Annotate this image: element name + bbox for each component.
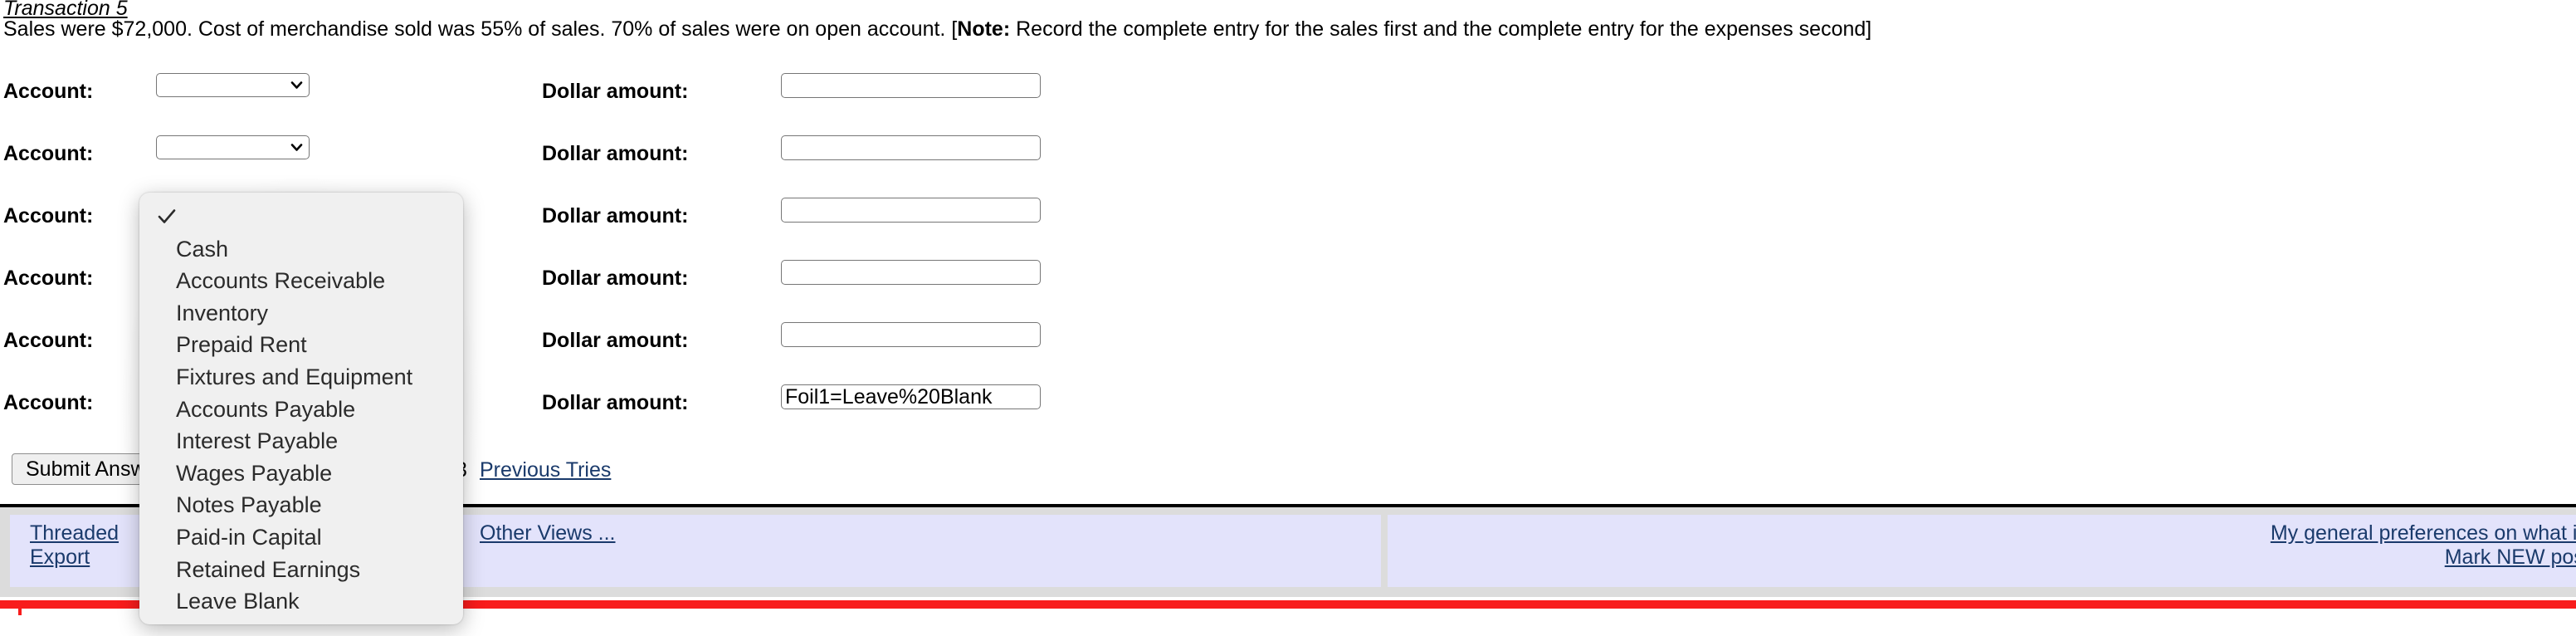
account-select-1[interactable]: CashAccounts ReceivableInventoryPrepaid … — [156, 73, 310, 97]
other-views-link[interactable]: Other Views ... — [480, 521, 616, 545]
general-preferences-link[interactable]: My general preferences on what is mar — [2271, 521, 2576, 545]
question-text: Sales were $72,000. Cost of merchandise … — [3, 18, 1871, 40]
question-body-after-note: Record the complete entry for the sales … — [1010, 17, 1872, 41]
dropdown-item[interactable]: Accounts Payable — [176, 397, 355, 422]
dropdown-item[interactable]: Fixtures and Equipment — [176, 364, 412, 389]
dollar-amount-label: Dollar amount: — [542, 80, 689, 103]
dollar-amount-label: Dollar amount: — [542, 391, 689, 414]
dropdown-item[interactable]: Wages Payable — [176, 461, 332, 486]
dollar-amount-label: Dollar amount: — [542, 267, 689, 290]
dollar-amount-label: Dollar amount: — [542, 329, 689, 352]
dropdown-item[interactable]: Paid-in Capital — [176, 525, 322, 550]
footer-red-left-edge — [18, 609, 22, 615]
question-body-before-note: Sales were $72,000. Cost of merchandise … — [3, 17, 958, 41]
dropdown-item[interactable]: Notes Payable — [176, 492, 322, 517]
dropdown-item[interactable]: Inventory — [176, 301, 268, 325]
account-label: Account: — [3, 391, 94, 414]
account-label: Account: — [3, 267, 94, 290]
dropdown-item[interactable]: Interest Payable — [176, 428, 338, 453]
dropdown-item[interactable]: Retained Earnings — [176, 557, 360, 582]
entry-row: Account: CashAccounts ReceivableInventory… — [0, 127, 2576, 189]
dollar-amount-input-1[interactable] — [781, 73, 1041, 98]
footer-cell-right: My general preferences on what is mar Ma… — [1388, 515, 2576, 587]
dollar-amount-label: Dollar amount: — [542, 204, 689, 227]
entry-row: Account: CashAccounts ReceivableInventory… — [0, 65, 2576, 127]
account-label: Account: — [3, 329, 94, 352]
dropdown-item[interactable]: Prepaid Rent — [176, 332, 307, 357]
dropdown-item[interactable]: Leave Blank — [176, 589, 300, 614]
account-label: Account: — [3, 142, 94, 165]
dollar-amount-input-6[interactable] — [781, 384, 1041, 409]
dollar-amount-input-2[interactable] — [781, 135, 1041, 160]
dropdown-item[interactable]: Accounts Receivable — [176, 268, 385, 293]
question-note-label: Note: — [957, 17, 1011, 41]
mark-new-posts-link[interactable]: Mark NEW posts no — [2445, 545, 2576, 569]
dollar-amount-input-4[interactable] — [781, 260, 1041, 285]
account-label: Account: — [3, 80, 94, 103]
threaded-link[interactable]: Threaded — [30, 521, 119, 545]
previous-tries-link[interactable]: Previous Tries — [480, 458, 611, 482]
dollar-amount-input-5[interactable] — [781, 322, 1041, 347]
dropdown-item[interactable]: Cash — [176, 237, 228, 262]
account-select-2[interactable]: CashAccounts ReceivableInventoryPrepaid … — [156, 135, 310, 159]
dollar-amount-label: Dollar amount: — [542, 142, 689, 165]
dollar-amount-input-3[interactable] — [781, 198, 1041, 223]
account-dropdown-popup[interactable]: Cash Accounts Receivable Inventory Prepaid … — [139, 193, 463, 624]
checkmark-icon — [158, 209, 176, 223]
export-link[interactable]: Export — [30, 545, 90, 569]
account-label: Account: — [3, 204, 94, 227]
